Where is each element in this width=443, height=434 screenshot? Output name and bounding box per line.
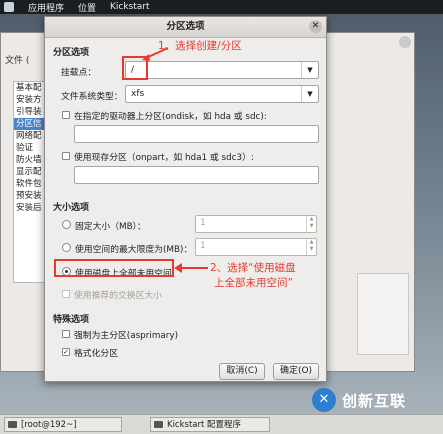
active-app-name: Kickstart (110, 2, 150, 12)
watermark-logo: ✕ 创新互联 (312, 388, 440, 414)
fs-type-value: xfs (131, 89, 145, 99)
fixed-size-value: 1 (200, 218, 206, 228)
arrow-icon (174, 263, 208, 273)
mount-point-label: 挂载点： (61, 68, 97, 78)
partition-options-dialog: 分区选项 ✕ 分区选项 挂载点： / ▼ 文件系统类型： xfs ▼ 在指定的驱… (44, 16, 327, 382)
step2-annotation-line1: 2、选择“使用磁盘 (210, 262, 296, 274)
file-menu[interactable]: 文件 ( (5, 53, 29, 66)
cancel-button[interactable]: 取消(C) (219, 363, 265, 380)
fs-type-label: 文件系统类型： (61, 92, 123, 102)
spinner-arrows-icon[interactable]: ▲ ▼ (306, 239, 316, 255)
asprimary-checkbox[interactable] (62, 330, 70, 338)
swap-checkbox[interactable] (62, 290, 70, 298)
onpart-label: 使用现存分区（onpart，如 hda1 或 sdc3）: (74, 153, 254, 163)
format-label: 格式化分区 (74, 349, 118, 359)
logo-text: 创新互联 (342, 392, 407, 410)
fixed-size-spinner[interactable]: 1 ▲ ▼ (195, 215, 317, 233)
fixed-size-radio[interactable] (62, 220, 71, 229)
ondisk-label: 在指定的驱动器上分区(ondisk，如 hda 或 sdc): (74, 112, 267, 122)
fill-disk-highlight (54, 259, 174, 277)
terminal-task[interactable]: [root@192~] (4, 417, 122, 432)
chevron-down-icon[interactable]: ▼ (301, 86, 318, 102)
ok-button[interactable]: 确定(O) (273, 363, 319, 380)
partition-list-panel (357, 273, 409, 355)
special-section-title: 特殊选项 (53, 315, 90, 325)
step1-annotation: 1、选择创建/分区 (158, 40, 242, 52)
dialog-titlebar: 分区选项 ✕ (45, 17, 326, 38)
max-size-spinner[interactable]: 1 ▲ ▼ (195, 238, 317, 256)
max-size-label: 使用空间的最大限度为(MB)： (75, 245, 193, 255)
taskbar: [root@192~] Kickstart 配置程序 (0, 414, 443, 434)
ondisk-checkbox[interactable] (62, 111, 70, 119)
chevron-down-icon[interactable]: ▼ (301, 62, 318, 78)
onpart-input[interactable] (74, 166, 319, 184)
sidebar-item[interactable]: 验证 (14, 142, 48, 154)
onpart-checkbox[interactable] (62, 152, 70, 160)
max-size-value: 1 (200, 241, 206, 251)
sidebar-item[interactable]: 防火墙 (14, 154, 48, 166)
dialog-title: 分区选项 (166, 21, 205, 32)
sidebar-item-selected[interactable]: 分区信 (14, 118, 48, 130)
sidebar-item[interactable]: 安装后 (14, 202, 48, 214)
sidebar-item[interactable]: 预安装 (14, 190, 48, 202)
kickstart-task[interactable]: Kickstart 配置程序 (150, 417, 270, 432)
close-icon[interactable] (399, 36, 411, 48)
fixed-size-label: 固定大小（MB）： (75, 222, 146, 232)
partition-section-title: 分区选项 (53, 48, 90, 58)
mount-point-combo[interactable]: / ▼ (125, 61, 319, 79)
fs-type-combo[interactable]: xfs ▼ (125, 85, 319, 103)
swap-label: 使用推荐的交换区大小 (74, 291, 162, 301)
sidebar-item[interactable]: 安装方 (14, 94, 48, 106)
ondisk-input[interactable] (74, 125, 319, 143)
sidebar-item[interactable]: 软件包 (14, 178, 48, 190)
asprimary-label: 强制为主分区(asprimary) (74, 331, 179, 341)
size-section-title: 大小选项 (53, 203, 90, 213)
top-panel: 应用程序 位置 Kickstart (0, 0, 443, 14)
places-menu[interactable]: 位置 (78, 1, 96, 14)
logo-icon: ✕ (312, 388, 336, 412)
sidebar-item[interactable]: 网络配 (14, 130, 48, 142)
sidebar-item[interactable]: 显示配 (14, 166, 48, 178)
spinner-arrows-icon[interactable]: ▲ ▼ (306, 216, 316, 232)
close-icon[interactable]: ✕ (309, 20, 322, 33)
applications-icon (4, 2, 14, 12)
sidebar-item[interactable]: 引导装 (14, 106, 48, 118)
max-size-radio[interactable] (62, 243, 71, 252)
step2-annotation-line2: 上全部未用空间” (214, 277, 293, 289)
format-checkbox[interactable]: ✓ (62, 348, 70, 356)
applications-menu[interactable]: 应用程序 (28, 1, 64, 14)
sidebar-item[interactable]: 基本配 (14, 82, 48, 94)
